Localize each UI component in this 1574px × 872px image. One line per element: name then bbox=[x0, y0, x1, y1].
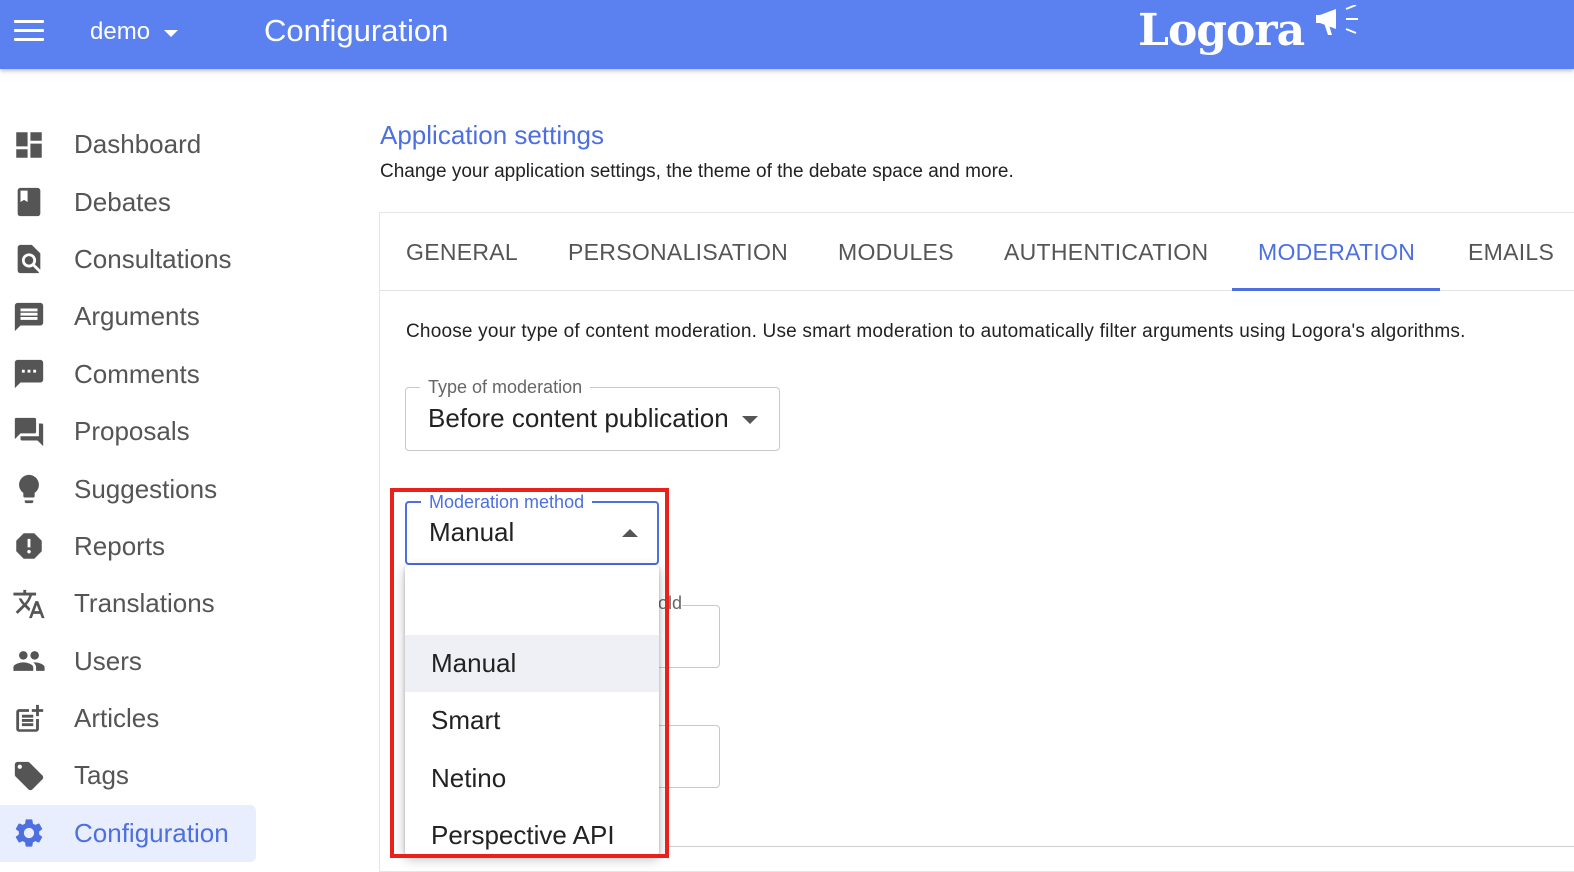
tab-emails[interactable]: EMAILS bbox=[1468, 213, 1554, 291]
section-title: Application settings bbox=[380, 120, 605, 150]
threshold-label: old bbox=[658, 593, 683, 614]
translate-icon bbox=[13, 589, 45, 618]
tab-personalisation[interactable]: PERSONALISATION bbox=[568, 213, 788, 291]
app-name: demo bbox=[90, 18, 151, 45]
book-icon bbox=[17, 187, 41, 217]
sidebar-item-label: Dashboard bbox=[74, 129, 202, 160]
app-selector[interactable]: demo bbox=[90, 16, 179, 48]
post-add-icon bbox=[16, 704, 44, 732]
sidebar-item-label: Translations bbox=[74, 588, 215, 619]
megaphone-icon bbox=[1316, 5, 1359, 35]
sidebar-item-tags[interactable]: Tags bbox=[0, 747, 260, 804]
threshold-field[interactable]: old bbox=[650, 593, 720, 668]
sidebar-item-dashboard[interactable]: Dashboard bbox=[0, 116, 260, 173]
sidebar-item-proposals[interactable]: Proposals bbox=[0, 403, 260, 460]
sidebar-item-label: Debates bbox=[74, 186, 171, 217]
moderation-method-menu: Manual Smart Netino Perspective API bbox=[405, 565, 659, 855]
sidebar-item-users[interactable]: Users bbox=[0, 633, 260, 690]
sidebar-item-comments[interactable]: Comments bbox=[0, 346, 260, 403]
sidebar-item-label: Consultations bbox=[74, 243, 232, 274]
chevron-down-icon bbox=[164, 29, 179, 37]
search-document-icon bbox=[17, 245, 41, 274]
sidebar-item-configuration[interactable]: Configuration bbox=[0, 804, 256, 863]
gear-icon bbox=[15, 819, 43, 847]
comment-dots-icon bbox=[14, 360, 44, 389]
top-app-bar: demo Configuration Logora bbox=[0, 0, 1574, 69]
sidebar-item-consultations[interactable]: Consultations bbox=[0, 231, 260, 288]
sidebar-item-label: Arguments bbox=[74, 301, 200, 332]
sidebar-item-label: Tags bbox=[74, 760, 129, 791]
moderation-method-label: Moderation method bbox=[421, 492, 593, 513]
type-of-moderation-value: Before content publication bbox=[428, 403, 729, 433]
option-empty[interactable] bbox=[405, 578, 659, 635]
section-description: Change your application settings, the th… bbox=[380, 161, 1014, 182]
chevron-up-icon bbox=[622, 529, 638, 537]
section-divider bbox=[669, 846, 1574, 847]
sidebar-item-articles[interactable]: Articles bbox=[0, 690, 260, 747]
brand-logo: Logora bbox=[1138, 0, 1368, 60]
secondary-field[interactable] bbox=[650, 725, 720, 788]
sidebar-item-label: Comments bbox=[74, 358, 200, 389]
option-smart[interactable]: Smart bbox=[405, 692, 659, 749]
sidebar-item-translations[interactable]: Translations bbox=[0, 575, 260, 632]
option-manual[interactable]: Manual bbox=[405, 635, 659, 692]
sidebar-nav: Dashboard Debates Consultations Argument… bbox=[0, 116, 260, 863]
sidebar-item-label: Articles bbox=[74, 703, 160, 734]
sidebar-item-label: Suggestions bbox=[74, 473, 218, 504]
tab-authentication[interactable]: AUTHENTICATION bbox=[1004, 213, 1208, 291]
active-tab-indicator bbox=[1232, 288, 1440, 291]
tab-moderation[interactable]: MODERATION bbox=[1258, 213, 1415, 291]
sidebar-item-label: Reports bbox=[74, 530, 166, 561]
chevron-down-icon bbox=[742, 416, 758, 424]
sidebar-item-arguments[interactable]: Arguments bbox=[0, 288, 260, 345]
type-of-moderation-label: Type of moderation bbox=[420, 377, 591, 398]
sidebar-item-label: Configuration bbox=[74, 817, 229, 848]
sidebar-item-debates[interactable]: Debates bbox=[0, 173, 260, 230]
tab-modules[interactable]: MODULES bbox=[838, 213, 954, 291]
hamburger-menu-icon[interactable] bbox=[14, 20, 44, 42]
tag-icon bbox=[14, 761, 44, 791]
moderation-description: Choose your type of content moderation. … bbox=[406, 321, 1466, 342]
sidebar-item-reports[interactable]: Reports bbox=[0, 518, 260, 575]
people-icon bbox=[13, 651, 45, 672]
moderation-method-select[interactable]: Moderation method Manual bbox=[405, 492, 659, 565]
alert-icon bbox=[16, 533, 42, 560]
brand-name: Logora bbox=[1138, 4, 1305, 56]
type-of-moderation-select[interactable]: Type of moderation Before content public… bbox=[405, 377, 780, 451]
option-perspective-api[interactable]: Perspective API bbox=[405, 807, 659, 855]
tab-general[interactable]: GENERAL bbox=[406, 213, 518, 291]
page-title: Configuration bbox=[264, 13, 449, 48]
message-icon bbox=[14, 302, 44, 332]
moderation-method-value: Manual bbox=[429, 517, 515, 547]
lightbulb-icon bbox=[19, 474, 39, 504]
forum-icon bbox=[14, 417, 44, 446]
dashboard-icon bbox=[16, 131, 42, 158]
sidebar-item-label: Users bbox=[74, 645, 142, 676]
sidebar-item-suggestions[interactable]: Suggestions bbox=[0, 460, 260, 517]
sidebar-item-label: Proposals bbox=[74, 416, 190, 447]
settings-tabs: GENERAL PERSONALISATION MODULES AUTHENTI… bbox=[380, 213, 1574, 291]
option-netino[interactable]: Netino bbox=[405, 750, 659, 807]
